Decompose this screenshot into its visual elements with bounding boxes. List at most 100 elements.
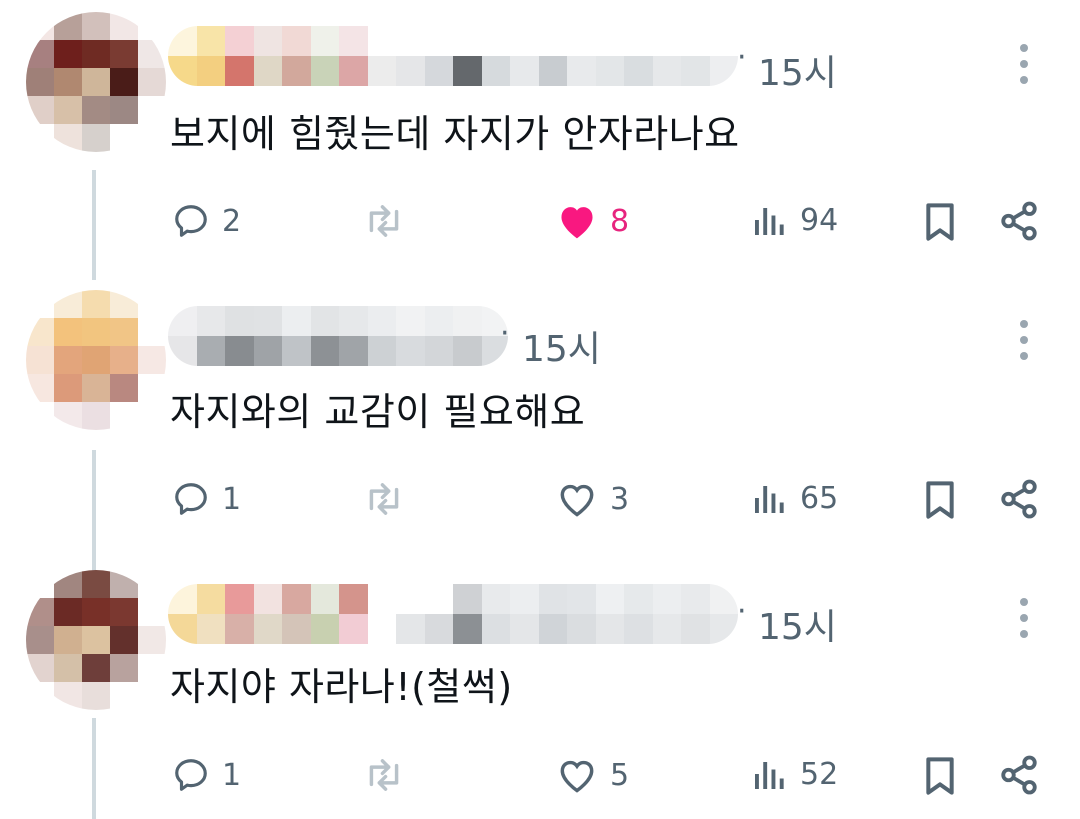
- name-pixel: [339, 584, 368, 614]
- avatar-pixel: [54, 346, 82, 374]
- name-pixel: [367, 306, 396, 336]
- avatar-pixel: [54, 68, 82, 96]
- blurred-display-name[interactable]: [168, 584, 738, 644]
- reply-button[interactable]: 1: [172, 756, 241, 794]
- name-pixel: [424, 26, 453, 56]
- name-pixel: [168, 56, 197, 86]
- name-pixel: [367, 614, 396, 644]
- name-pixel: [396, 584, 425, 614]
- name-pixel: [168, 614, 197, 644]
- post-timestamp[interactable]: 15시: [758, 598, 837, 650]
- avatar-pixel: [110, 318, 138, 346]
- avatar-pixel: [82, 346, 110, 374]
- more-options-button[interactable]: [1018, 320, 1030, 360]
- name-pixel: [367, 26, 396, 56]
- like-button[interactable]: 5: [556, 756, 629, 794]
- like-button[interactable]: 8: [556, 202, 629, 240]
- name-pixel: [168, 336, 197, 366]
- avatar-pixel: [82, 374, 110, 402]
- name-pixel: [282, 56, 311, 86]
- name-pixel: [538, 584, 567, 614]
- avatar-pixel: [26, 654, 54, 682]
- avatar-pixel: [82, 402, 110, 430]
- name-pixel: [709, 26, 738, 56]
- like-count: 5: [610, 757, 630, 793]
- bookmark-icon: [926, 203, 954, 241]
- avatar-pixel: [138, 96, 166, 124]
- share-button[interactable]: [998, 478, 1040, 520]
- thread-line: [92, 450, 96, 575]
- name-pixel: [595, 56, 624, 86]
- name-pixel: [396, 26, 425, 56]
- post-timestamp[interactable]: 15시: [758, 44, 837, 96]
- avatar-pixel: [82, 68, 110, 96]
- name-pixel: [339, 614, 368, 644]
- name-pixel: [310, 306, 339, 336]
- name-pixel: [538, 26, 567, 56]
- views-count: 94: [800, 202, 839, 238]
- avatar-pixel: [110, 12, 138, 40]
- name-pixel: [367, 56, 396, 86]
- avatar-pixel: [110, 290, 138, 318]
- post-timestamp[interactable]: 15시: [522, 320, 601, 372]
- name-pixel: [709, 614, 738, 644]
- avatar-pixel: [82, 96, 110, 124]
- avatar-pixel: [54, 96, 82, 124]
- name-pixel: [453, 26, 482, 56]
- name-pixel: [225, 56, 254, 86]
- avatar-pixel: [82, 12, 110, 40]
- blurred-display-name[interactable]: [168, 306, 508, 366]
- name-pixel: [567, 26, 596, 56]
- name-pixel: [339, 306, 368, 336]
- blurred-display-name[interactable]: [168, 26, 738, 86]
- avatar-pixel: [138, 346, 166, 374]
- bookmark-button[interactable]: [922, 480, 958, 520]
- views-button[interactable]: 65: [752, 480, 838, 516]
- avatar-pixel: [138, 318, 166, 346]
- name-pixel: [253, 336, 282, 366]
- more-vertical-icon: [1020, 44, 1028, 52]
- avatar-pixel: [26, 68, 54, 96]
- name-pixel: [624, 56, 653, 86]
- reply-count: 1: [222, 757, 242, 793]
- repost-button[interactable]: [362, 480, 406, 518]
- name-pixel: [652, 56, 681, 86]
- share-nodes-icon: [1001, 479, 1037, 519]
- more-options-button[interactable]: [1018, 44, 1030, 84]
- avatar-pixel: [110, 374, 138, 402]
- avatar[interactable]: [26, 570, 166, 710]
- heart-icon: [560, 484, 594, 517]
- share-button[interactable]: [998, 200, 1040, 242]
- name-pixel: [253, 26, 282, 56]
- avatar-pixel: [54, 12, 82, 40]
- name-pixel: [538, 56, 567, 86]
- post[interactable]: · 15시 보지에 힘줬는데 자지가 안자라나요 2 8 94: [0, 0, 1080, 275]
- avatar-pixel: [110, 96, 138, 124]
- name-pixel: [196, 306, 225, 336]
- views-button[interactable]: 52: [752, 756, 838, 792]
- bookmark-button[interactable]: [922, 202, 958, 242]
- more-options-button[interactable]: [1018, 598, 1030, 638]
- more-vertical-icon: [1020, 598, 1028, 606]
- name-pixel: [567, 584, 596, 614]
- views-button[interactable]: 94: [752, 202, 838, 238]
- avatar-pixel: [26, 124, 54, 152]
- name-pixel: [196, 26, 225, 56]
- heart-icon: [561, 207, 593, 239]
- avatar-pixel: [54, 124, 82, 152]
- name-pixel: [168, 584, 197, 614]
- bookmark-button[interactable]: [922, 756, 958, 796]
- avatar-pixel: [82, 626, 110, 654]
- avatar[interactable]: [26, 290, 166, 430]
- avatar[interactable]: [26, 12, 166, 152]
- share-button[interactable]: [998, 754, 1040, 796]
- reply-button[interactable]: 1: [172, 480, 241, 518]
- repost-button[interactable]: [362, 202, 406, 240]
- like-button[interactable]: 3: [556, 480, 629, 518]
- name-pixel: [396, 306, 425, 336]
- reply-button[interactable]: 2: [172, 202, 241, 240]
- repost-button[interactable]: [362, 756, 406, 794]
- name-pixel: [225, 26, 254, 56]
- separator-dot: ·: [500, 316, 510, 351]
- bar-chart-icon: [755, 208, 784, 235]
